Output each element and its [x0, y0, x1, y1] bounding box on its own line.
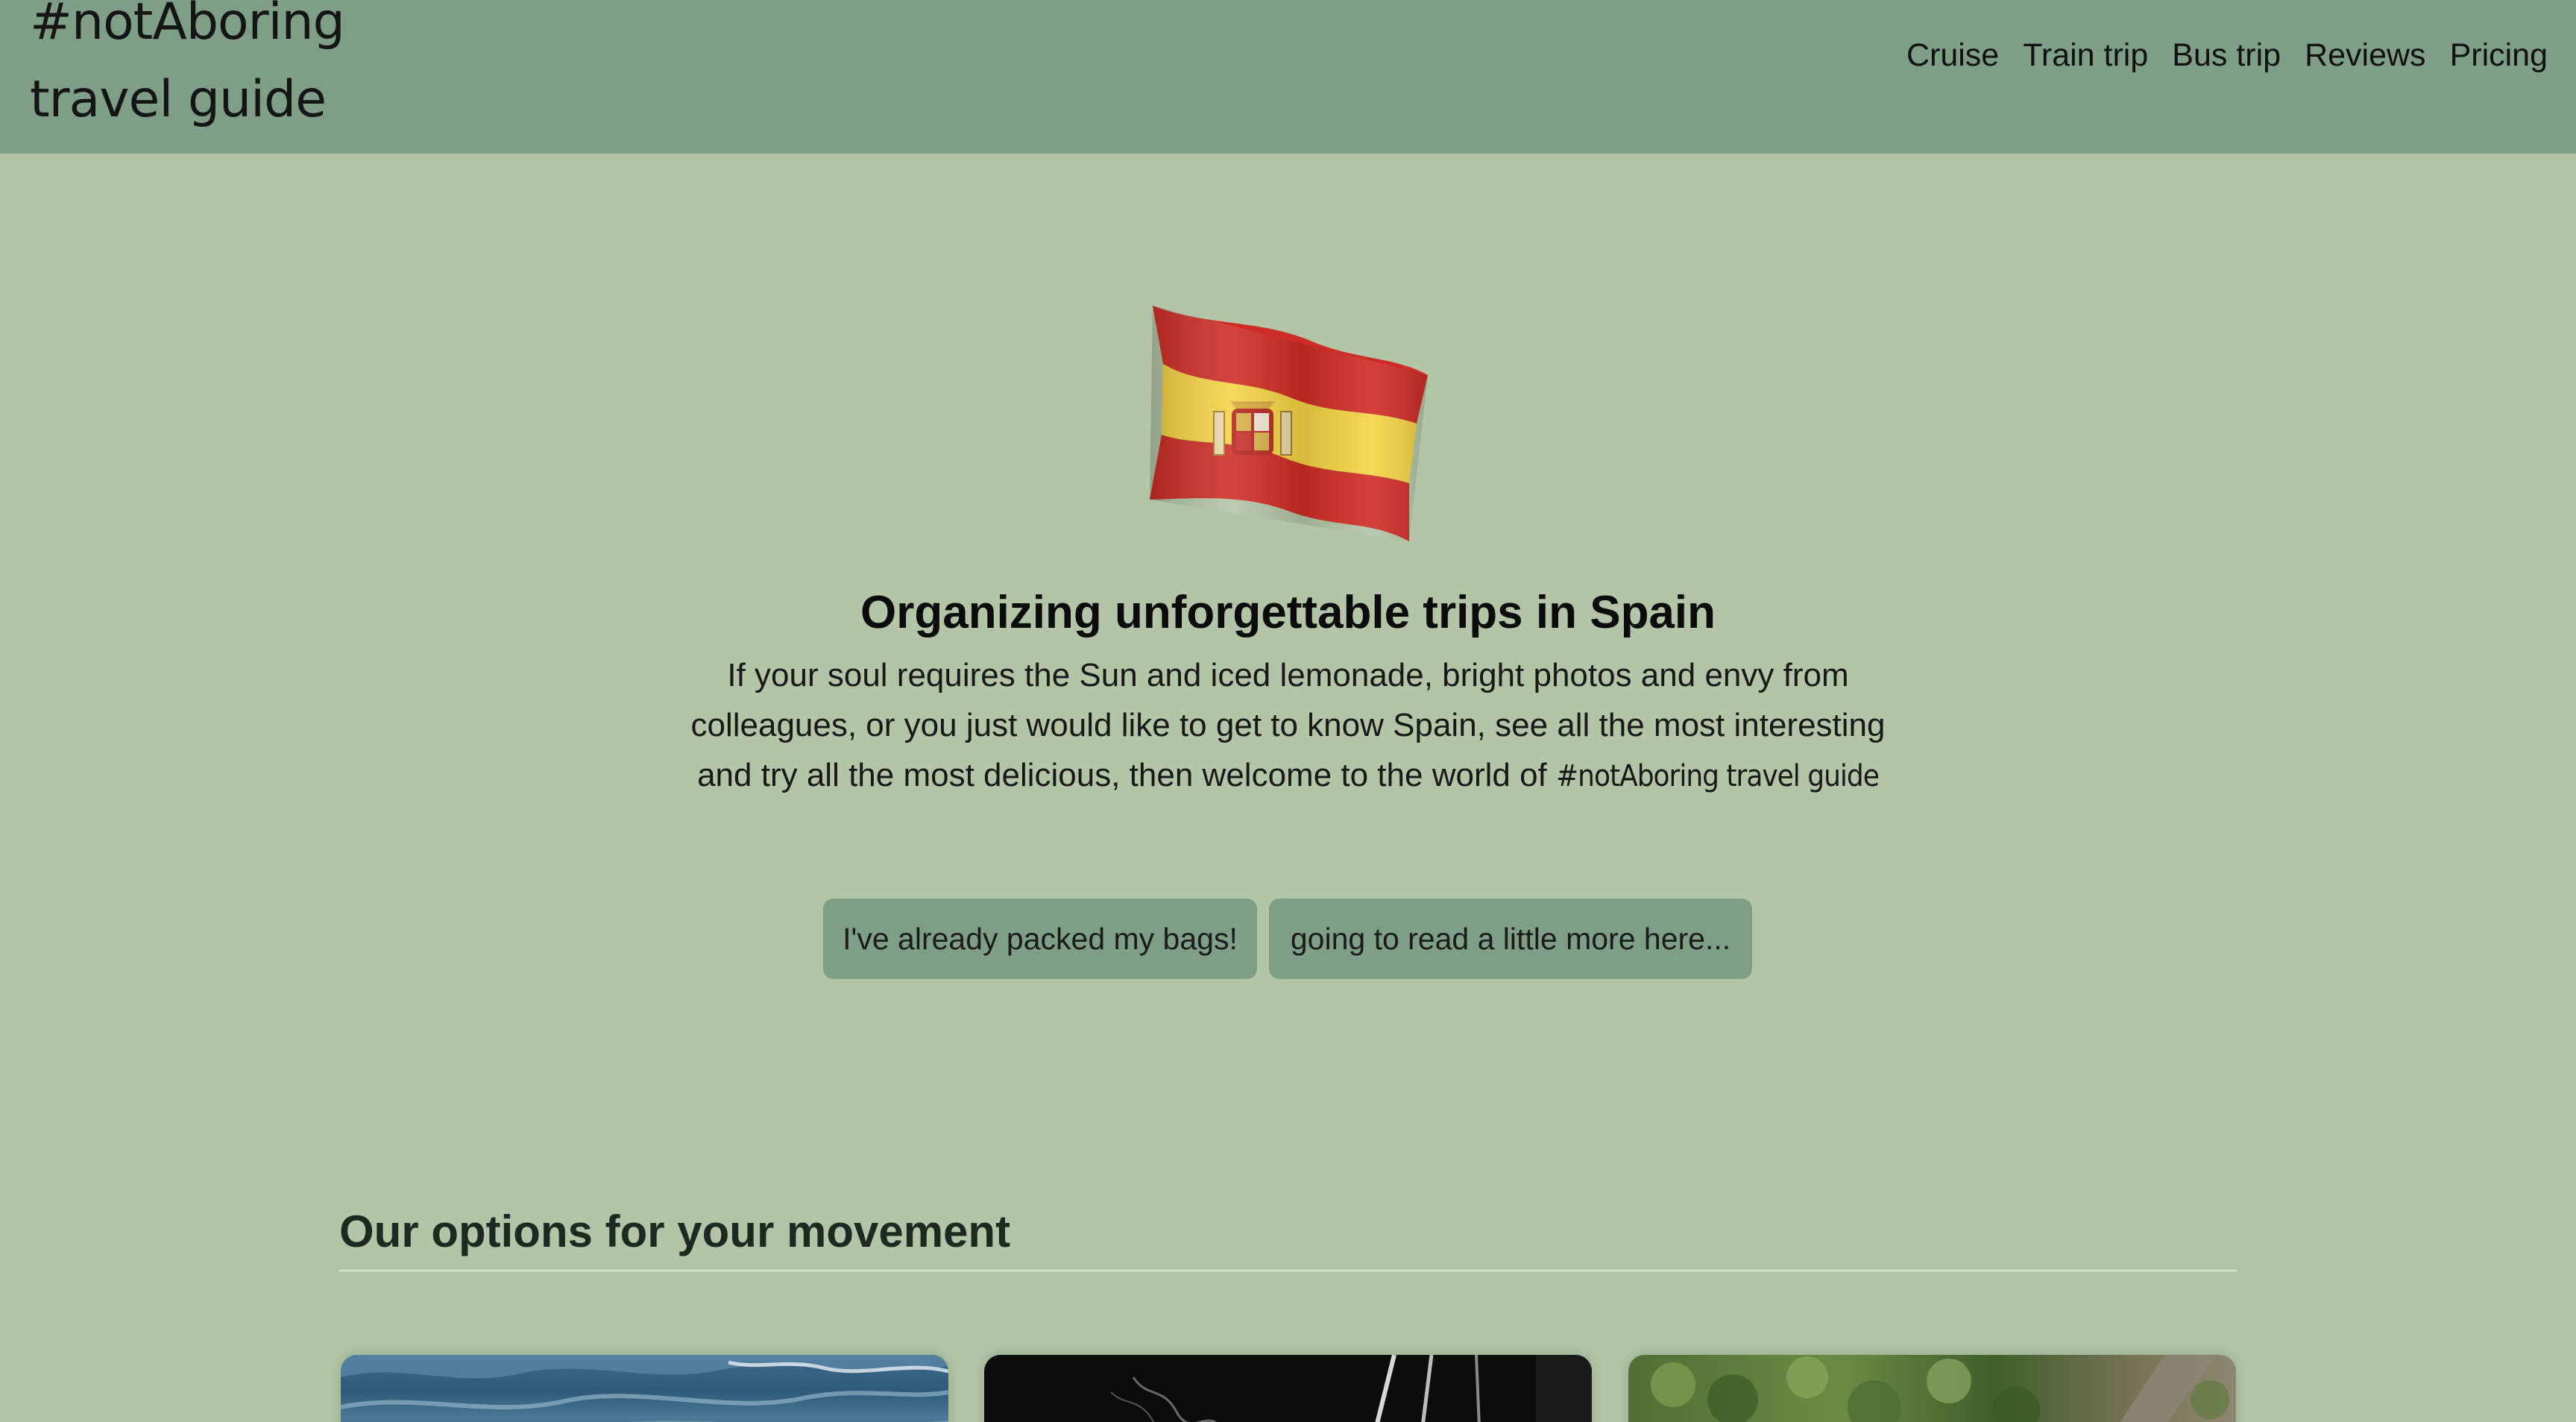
brand-logo[interactable]: #notAboring travel guide [30, 0, 418, 139]
railway-tracks-image [1110, 1355, 1592, 1422]
read-more-button[interactable]: going to read a little more here... [1269, 899, 1752, 979]
hero-actions: I've already packed my bags! going to re… [823, 899, 1752, 979]
hero-title: Organizing unforgettable trips in Spain [860, 587, 1716, 638]
hero-brand-tag: #notAboring travel guide [1556, 759, 1880, 793]
train-option-card[interactable] [984, 1355, 1592, 1422]
site-header: #notAboring travel guide Cruise Train tr… [0, 0, 2576, 154]
section-divider [339, 1270, 2237, 1271]
brand-line-1: #notAboring [30, 0, 345, 51]
spain-flag-icon [1148, 304, 1432, 543]
nav-pricing[interactable]: Pricing [2450, 30, 2548, 81]
bus-option-card[interactable] [1628, 1355, 2236, 1422]
cruise-option-card[interactable] [341, 1355, 948, 1422]
nav-train-trip[interactable]: Train trip [2023, 30, 2148, 81]
hero-description: If your soul requires the Sun and iced l… [664, 650, 1912, 802]
packed-bags-button[interactable]: I've already packed my bags! [823, 899, 1257, 979]
nav-reviews[interactable]: Reviews [2305, 30, 2426, 81]
options-section-title: Our options for your movement [339, 1207, 1011, 1256]
sea-waves-image [341, 1355, 948, 1422]
nav-bus-trip[interactable]: Bus trip [2172, 30, 2281, 81]
brand-line-2: travel guide [30, 70, 327, 129]
forest-road-aerial-image [1651, 1355, 2229, 1422]
nav-cruise[interactable]: Cruise [1906, 30, 1999, 81]
main-nav: Cruise Train trip Bus trip Reviews Prici… [1906, 30, 2548, 81]
